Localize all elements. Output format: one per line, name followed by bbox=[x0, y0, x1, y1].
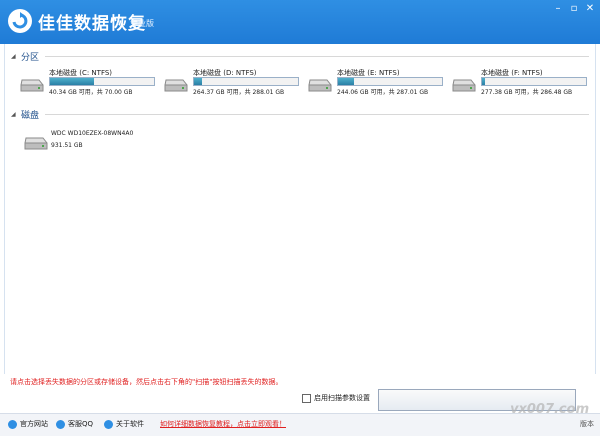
advanced-settings-option[interactable]: 启用扫描参数设置 bbox=[302, 393, 370, 403]
official-site-label: 官方网站 bbox=[20, 420, 48, 428]
support-qq-link[interactable]: 客服QQ bbox=[56, 419, 93, 429]
qq-icon bbox=[56, 419, 65, 429]
hard-drive-icon bbox=[23, 132, 49, 152]
official-site-link[interactable]: 官方网站 bbox=[8, 419, 48, 429]
tutorial-link[interactable]: 如何详细数据恢复教程，点击立即观看！ bbox=[160, 419, 286, 429]
info-icon bbox=[104, 419, 113, 429]
usage-fill bbox=[194, 78, 203, 85]
close-icon[interactable]: ✕ bbox=[582, 3, 598, 15]
instruction-hint: 请点击选择丢失数据的分区或存储设备，然后点击右下角的"扫描"按钮扫描丢失的数据。 bbox=[10, 378, 283, 386]
partition-info: 277.38 GB 可用，共 286.48 GB bbox=[481, 89, 573, 96]
partition-info: 264.37 GB 可用，共 288.01 GB bbox=[193, 89, 285, 96]
title-bar: 佳佳数据恢复 专业版 – ▫ ✕ bbox=[0, 0, 600, 44]
about-label: 关于软件 bbox=[116, 420, 144, 428]
minimize-icon[interactable]: – bbox=[550, 3, 566, 15]
collapse-arrow-icon[interactable]: ◢ bbox=[11, 53, 21, 60]
footer-bar: 官方网站 客服QQ 关于软件 如何详细数据恢复教程，点击立即观看！ 版本 bbox=[0, 413, 600, 436]
hard-drive-icon bbox=[19, 74, 45, 94]
partition-info: 40.34 GB 可用，共 70.00 GB bbox=[49, 89, 133, 96]
about-link[interactable]: 关于软件 bbox=[104, 419, 144, 429]
advanced-settings-label: 启用扫描参数设置 bbox=[314, 394, 370, 402]
maximize-icon[interactable]: ▫ bbox=[566, 3, 582, 15]
globe-icon bbox=[8, 419, 17, 429]
partition-info: 244.06 GB 可用，共 287.01 GB bbox=[337, 89, 429, 96]
section-label: 磁盘 bbox=[21, 111, 40, 121]
usage-fill bbox=[50, 78, 94, 85]
partition-drive-f[interactable]: 本地磁盘 (F: NTFS) 277.38 GB 可用，共 286.48 GB bbox=[451, 68, 591, 102]
partition-drive-e[interactable]: 本地磁盘 (E: NTFS) 244.06 GB 可用，共 287.01 GB bbox=[307, 68, 447, 102]
usage-fill bbox=[338, 78, 354, 85]
partition-drive-d[interactable]: 本地磁盘 (D: NTFS) 264.37 GB 可用，共 288.01 GB bbox=[163, 68, 303, 102]
disks-header[interactable]: ◢ 磁盘 bbox=[11, 108, 589, 121]
advanced-settings-checkbox[interactable] bbox=[302, 393, 311, 403]
usage-fill bbox=[482, 78, 486, 85]
hard-drive-icon bbox=[451, 74, 477, 94]
usage-bar bbox=[481, 77, 587, 86]
disk-size: 931.51 GB bbox=[51, 142, 83, 149]
hard-drive-icon bbox=[307, 74, 333, 94]
section-label: 分区 bbox=[21, 53, 40, 63]
disk-name: WDC WD10EZEX-08WN4A0 bbox=[51, 130, 134, 137]
usage-bar bbox=[49, 77, 155, 86]
usage-bar bbox=[337, 77, 443, 86]
support-qq-label: 客服QQ bbox=[68, 420, 94, 428]
hard-drive-icon bbox=[163, 74, 189, 94]
app-edition: 专业版 bbox=[130, 19, 154, 28]
version-label: 版本 bbox=[580, 420, 594, 428]
divider bbox=[45, 114, 589, 115]
logo-icon bbox=[8, 9, 32, 33]
divider bbox=[45, 56, 589, 57]
physical-disk[interactable]: WDC WD10EZEX-08WN4A0 931.51 GB bbox=[23, 128, 173, 162]
collapse-arrow-icon[interactable]: ◢ bbox=[11, 111, 21, 118]
partition-drive-c[interactable]: 本地磁盘 (C: NTFS) 40.34 GB 可用，共 70.00 GB bbox=[19, 68, 159, 102]
usage-bar bbox=[193, 77, 299, 86]
main-panel: ◢ 分区 本地磁盘 (C: NTFS) 40.34 GB 可用，共 70.00 … bbox=[4, 44, 596, 374]
partitions-header[interactable]: ◢ 分区 bbox=[11, 50, 589, 63]
